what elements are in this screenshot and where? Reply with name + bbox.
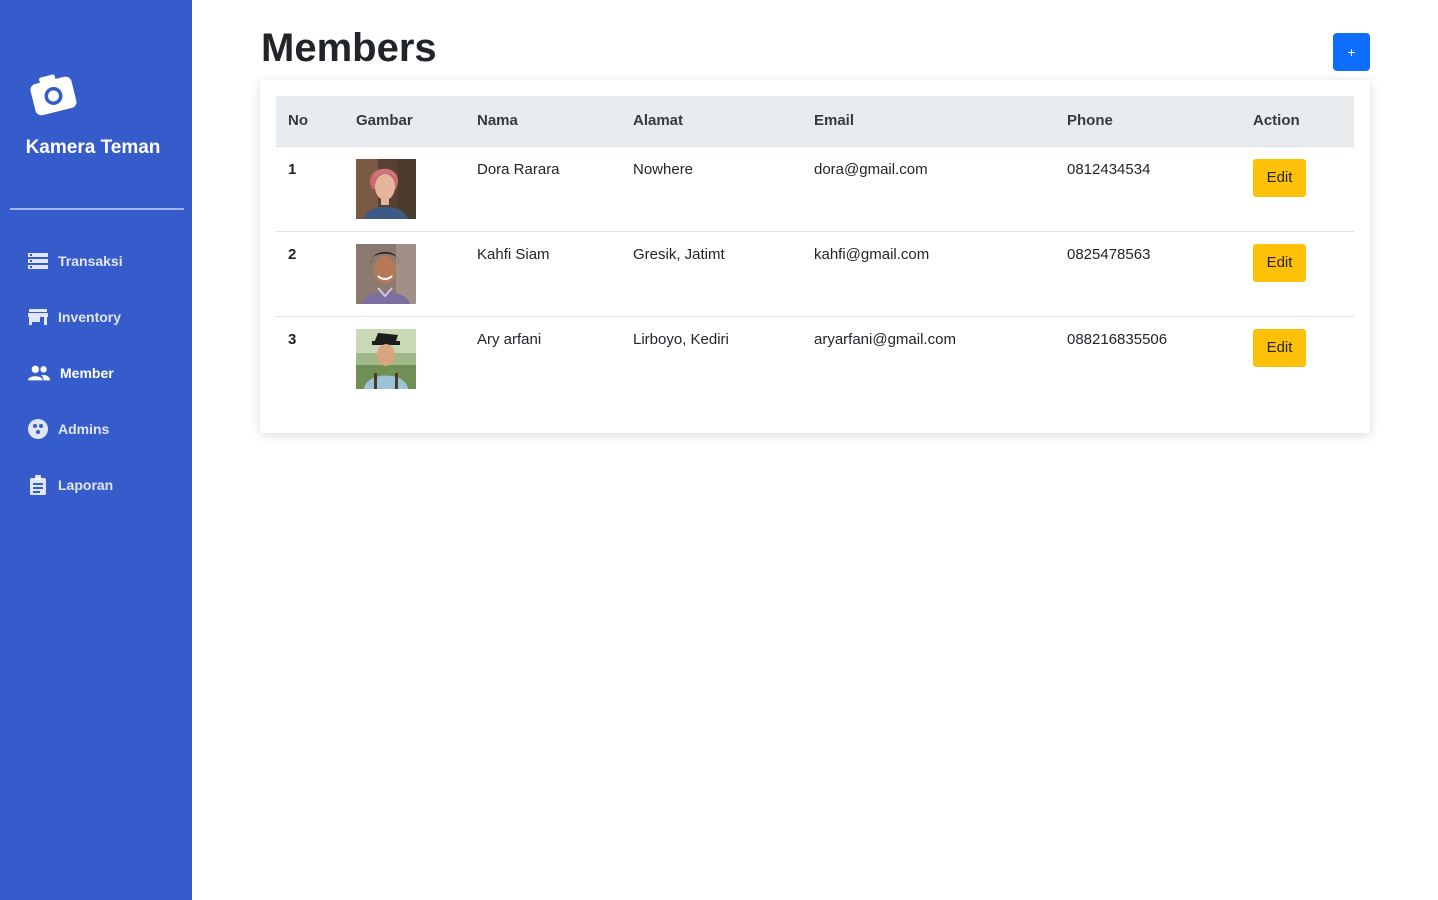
people-icon xyxy=(28,365,50,381)
column-header-email: Email xyxy=(802,96,1055,147)
sidebar-item-transaksi[interactable]: Transaksi xyxy=(28,249,123,273)
members-card: No Gambar Nama Alamat Email Phone Action… xyxy=(260,80,1370,433)
column-header-alamat: Alamat xyxy=(621,96,802,147)
store-icon xyxy=(28,309,48,325)
cell-phone: 0825478563 xyxy=(1067,245,1151,263)
sidebar-item-member[interactable]: Member xyxy=(28,361,114,385)
cell-no: 1 xyxy=(288,160,297,178)
brand-name[interactable]: Kamera Teman xyxy=(0,137,186,159)
cell-action: Edit xyxy=(1241,231,1354,316)
table-row: 1 Dora Rarara Nowhere dora@gmail.com 081… xyxy=(276,146,1354,231)
camera-icon[interactable] xyxy=(28,70,78,118)
cell-gambar xyxy=(344,146,465,231)
cell-no: 2 xyxy=(288,245,297,263)
edit-button[interactable]: Edit xyxy=(1253,158,1306,197)
cell-gambar xyxy=(344,316,465,401)
column-header-nama: Nama xyxy=(465,96,621,147)
sidebar-item-label: Member xyxy=(60,365,114,381)
cell-action: Edit xyxy=(1241,316,1354,401)
edit-button[interactable]: Edit xyxy=(1253,328,1306,367)
cell-action: Edit xyxy=(1241,146,1354,231)
cell-alamat: Nowhere xyxy=(633,160,694,178)
sidebar-item-inventory[interactable]: Inventory xyxy=(28,305,121,329)
table-header-row: No Gambar Nama Alamat Email Phone Action xyxy=(276,96,1354,147)
cell-gambar xyxy=(344,231,465,316)
sidebar-item-label: Inventory xyxy=(58,309,122,325)
table-row: 3 Ary arfani Lirboyo, Kediri aryarfani@g… xyxy=(276,316,1354,401)
cell-nama: Ary arfani xyxy=(477,330,542,348)
cell-nama: Kahfi Siam xyxy=(477,245,550,263)
cell-email: aryarfani@gmail.com xyxy=(814,330,956,348)
sidebar-item-label: Transaksi xyxy=(58,253,123,269)
page-title: Members xyxy=(261,26,437,70)
cell-phone: 0812434534 xyxy=(1067,160,1151,178)
sidebar-item-label: Admins xyxy=(58,421,110,437)
member-photo xyxy=(356,158,416,219)
column-header-no: No xyxy=(276,96,344,147)
members-table: No Gambar Nama Alamat Email Phone Action… xyxy=(276,96,1354,401)
table-row: 2 Kahfi Siam Gresik, Jatimt kahfi@gmail.… xyxy=(276,231,1354,316)
list-icon xyxy=(28,253,48,269)
cell-no: 3 xyxy=(288,330,297,348)
cell-email: dora@gmail.com xyxy=(814,160,928,178)
sidebar-item-label: Laporan xyxy=(58,477,114,493)
cell-nama: Dora Rarara xyxy=(477,160,560,178)
sidebar-item-laporan[interactable]: Laporan xyxy=(28,473,113,497)
add-member-button[interactable]: + xyxy=(1333,33,1370,71)
cell-alamat: Lirboyo, Kediri xyxy=(633,330,729,348)
sidebar-item-admins[interactable]: Admins xyxy=(28,417,109,441)
member-photo xyxy=(356,328,416,389)
cell-alamat: Gresik, Jatimt xyxy=(633,245,725,263)
column-header-action: Action xyxy=(1241,96,1354,147)
admin-icon xyxy=(28,419,48,439)
member-photo xyxy=(356,243,416,304)
clipboard-icon xyxy=(30,475,46,495)
edit-button[interactable]: Edit xyxy=(1253,243,1306,282)
sidebar-divider xyxy=(10,208,184,210)
cell-email: kahfi@gmail.com xyxy=(814,245,930,263)
cell-phone: 088216835506 xyxy=(1067,330,1168,348)
column-header-gambar: Gambar xyxy=(344,96,465,147)
column-header-phone: Phone xyxy=(1055,96,1241,147)
sidebar: Kamera Teman Transaksi Inventory Member … xyxy=(0,0,192,900)
